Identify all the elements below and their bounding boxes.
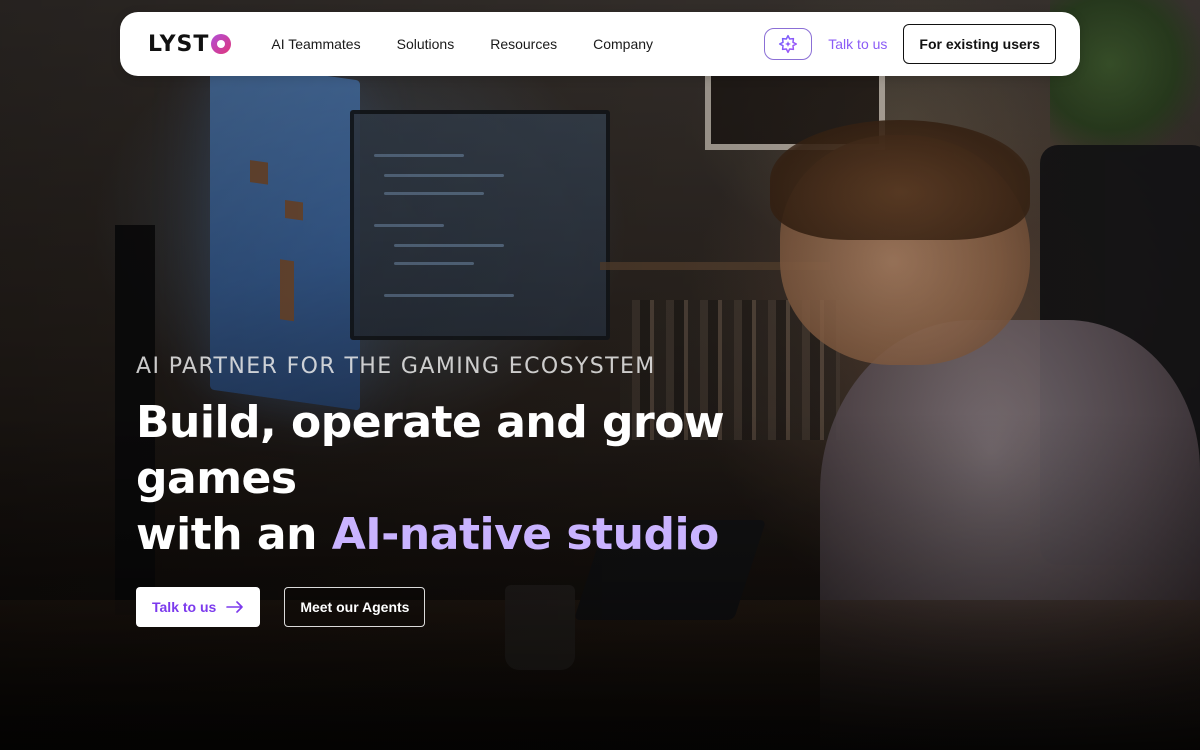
for-existing-users-button[interactable]: For existing users [903,24,1056,64]
talk-to-us-link[interactable]: Talk to us [828,36,887,52]
top-navbar: LYST AI Teammates Solutions Resources Co… [120,12,1080,76]
headline-line-2-prefix: with an [136,509,332,560]
hero-headline: Build, operate and grow games with an AI… [136,395,836,563]
talk-to-us-button-label: Talk to us [152,599,217,615]
ai-assistant-button[interactable] [764,28,813,60]
meet-our-agents-button[interactable]: Meet our Agents [284,587,426,627]
cta-row: Talk to us Meet our Agents [136,587,836,627]
logo-dot-icon [211,34,232,54]
logo-text: LYST [148,31,210,57]
brand-logo[interactable]: LYST [148,31,232,57]
arrow-right-icon [226,601,244,613]
headline-line-1: Build, operate and grow games [136,397,725,504]
hero-section: AI PARTNER FOR THE GAMING ECOSYSTEM Buil… [136,354,836,627]
hero-eyebrow: AI PARTNER FOR THE GAMING ECOSYSTEM [136,354,656,379]
sparkle-gear-icon [779,34,798,54]
nav-link-ai-teammates[interactable]: AI Teammates [253,36,378,52]
nav-link-resources[interactable]: Resources [472,36,575,52]
headline-accent: AI-native studio [331,509,720,560]
nav-links: AI Teammates Solutions Resources Company [253,36,671,52]
nav-link-solutions[interactable]: Solutions [379,36,473,52]
talk-to-us-button[interactable]: Talk to us [136,587,261,627]
nav-link-company[interactable]: Company [575,36,671,52]
nav-actions: Talk to us For existing users [764,24,1056,64]
